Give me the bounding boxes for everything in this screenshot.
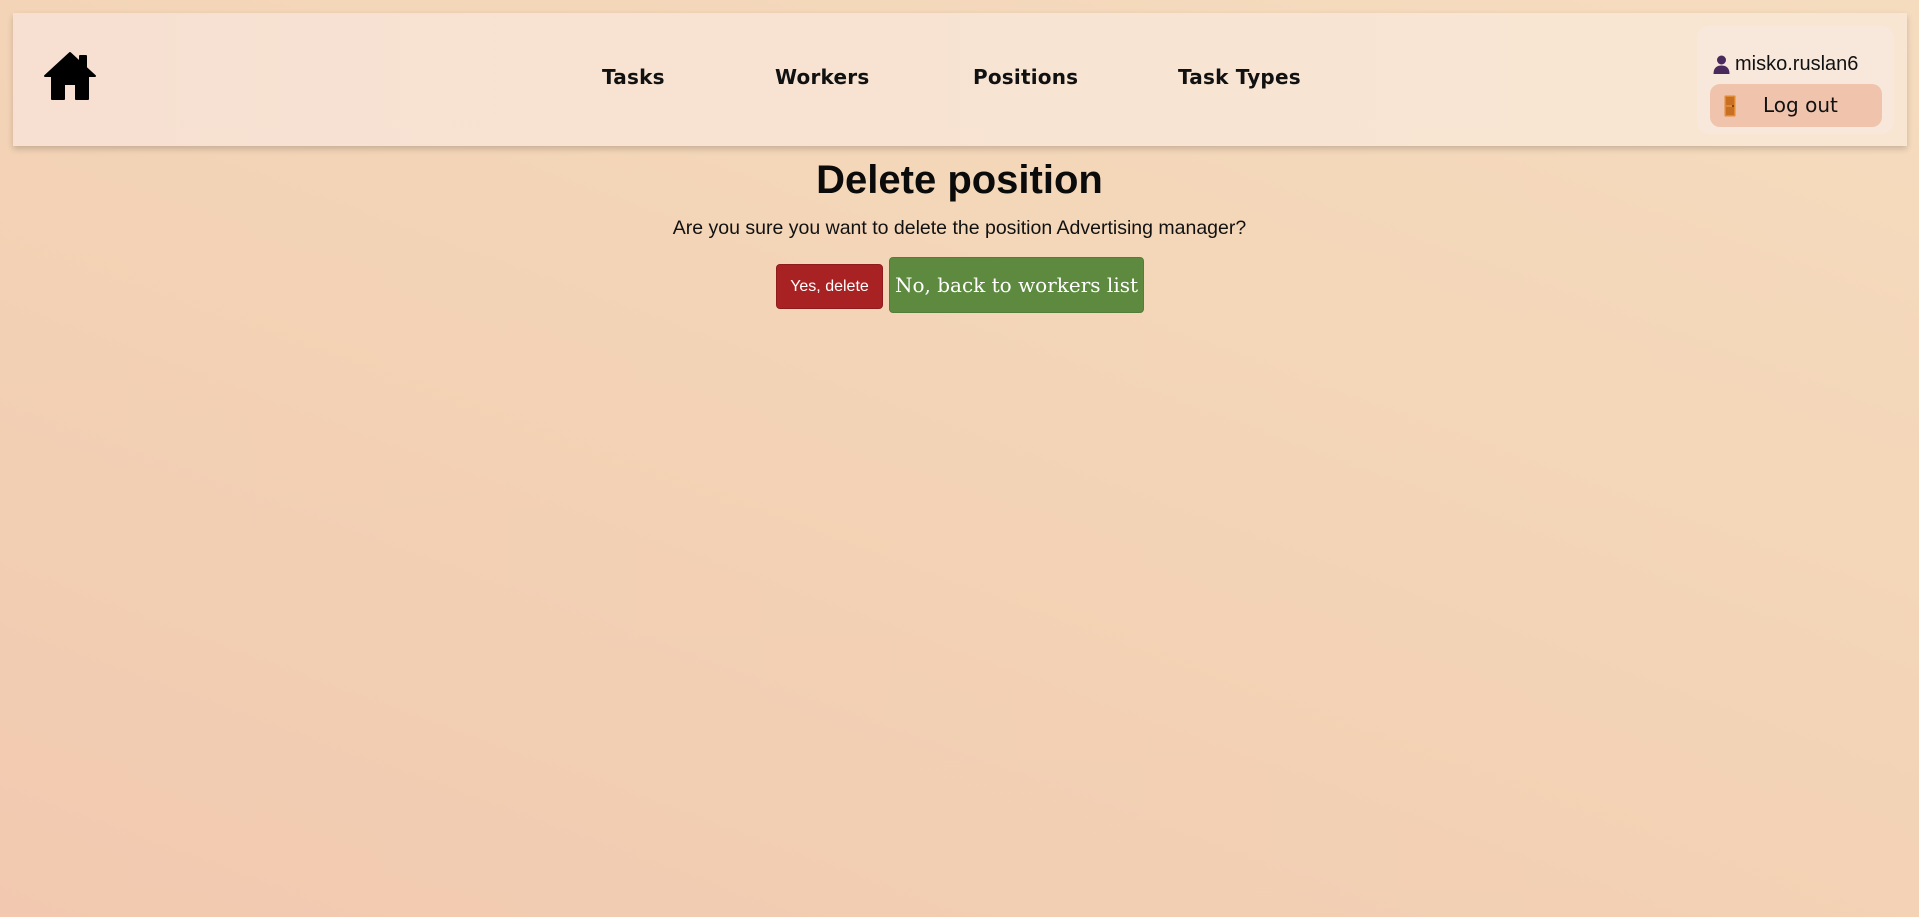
nav-link-positions[interactable]: Positions <box>973 65 1078 89</box>
top-navbar: Tasks Workers Positions Task Types misko… <box>13 13 1907 146</box>
logout-button[interactable]: Log out <box>1710 84 1882 127</box>
user-panel: misko.ruslan6 Log out <box>1697 26 1894 134</box>
logout-label: Log out <box>1763 93 1838 117</box>
nav-link-workers[interactable]: Workers <box>775 65 869 89</box>
door-icon <box>1724 95 1736 117</box>
nav-link-task-types[interactable]: Task Types <box>1178 65 1301 89</box>
username: misko.ruslan6 <box>1735 53 1859 75</box>
user-info: misko.ruslan6 <box>1713 53 1858 76</box>
confirm-message: Are you sure you want to delete the posi… <box>672 217 1247 239</box>
page-title: Delete position <box>816 158 1103 202</box>
nav-links: Tasks Workers Positions Task Types <box>13 13 1907 146</box>
nav-link-tasks[interactable]: Tasks <box>602 65 665 89</box>
back-to-workers-button[interactable]: No, back to workers list <box>889 257 1144 313</box>
confirm-delete-button[interactable]: Yes, delete <box>776 264 883 309</box>
user-icon <box>1713 55 1730 74</box>
